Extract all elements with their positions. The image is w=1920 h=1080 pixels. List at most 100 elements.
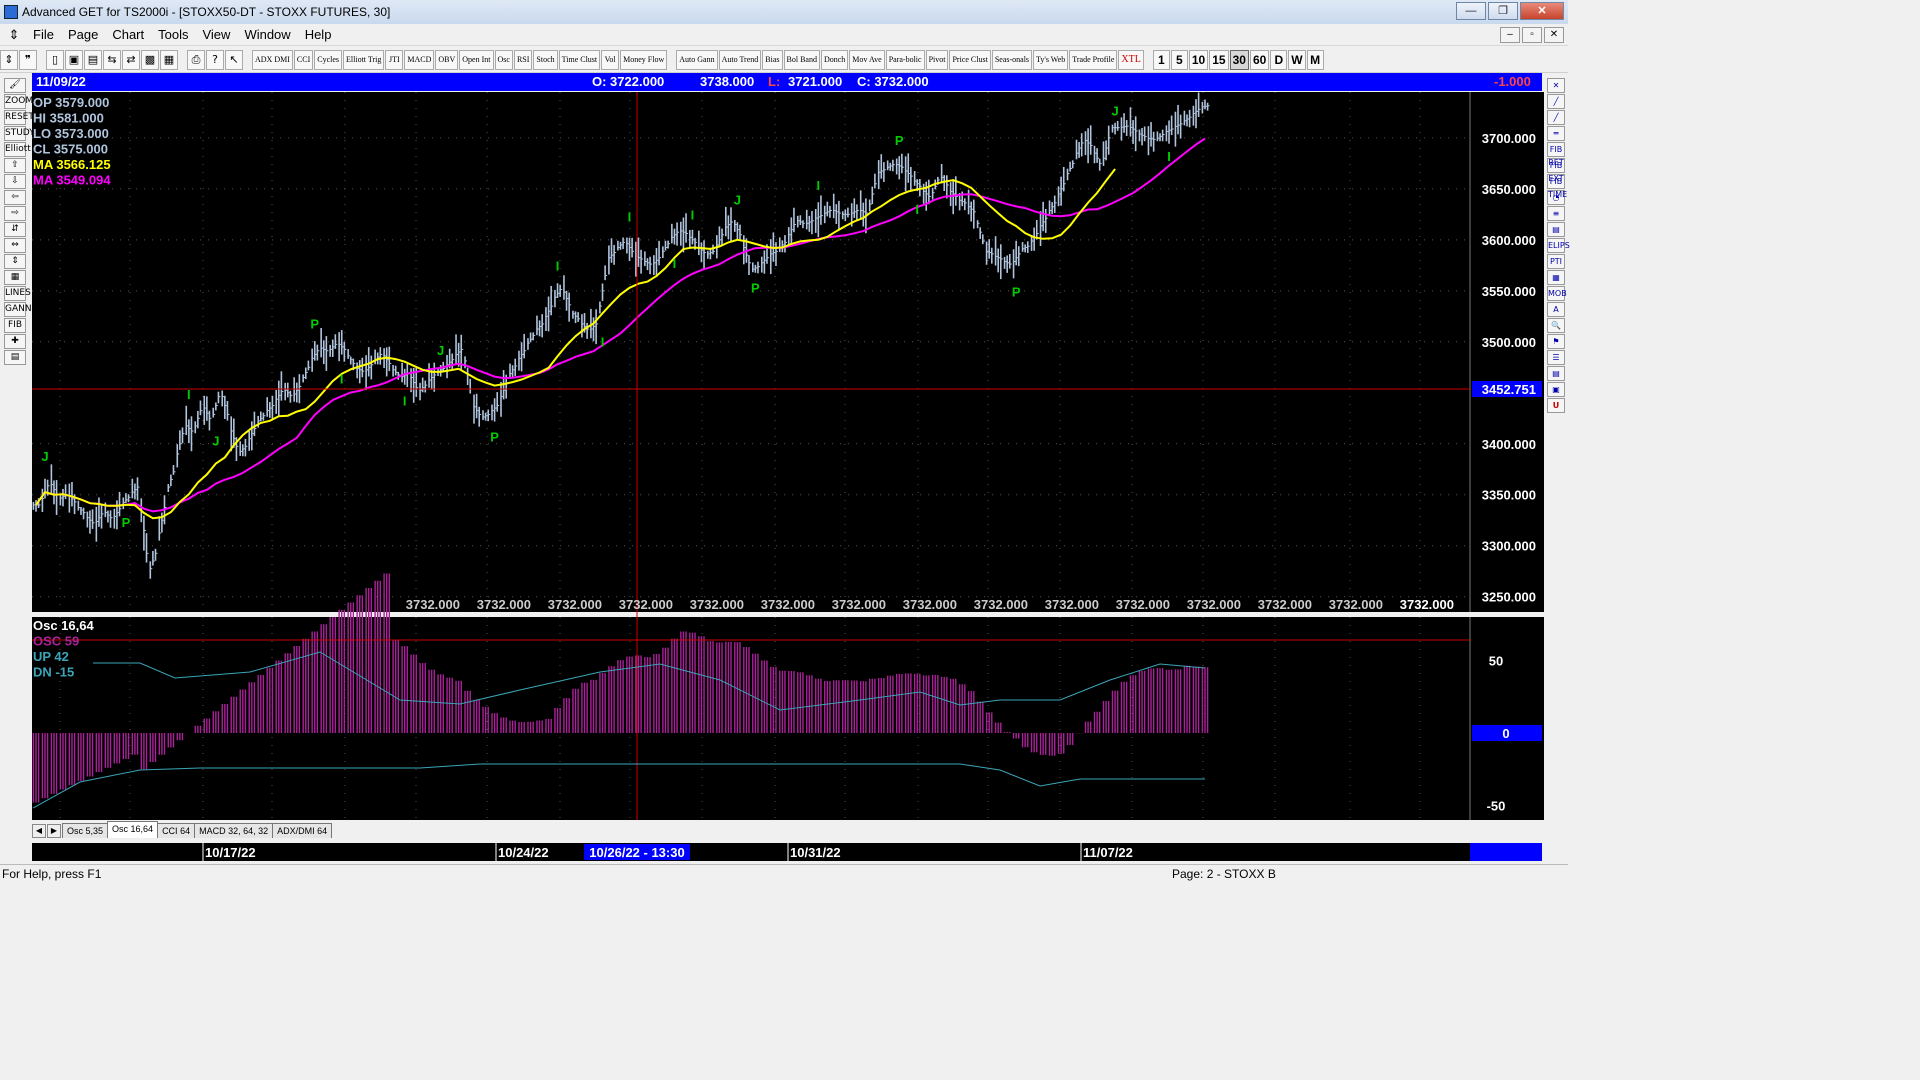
study-adx-dmi-button[interactable]: ADX DMI <box>252 49 293 70</box>
right-tool-14-icon[interactable]: A <box>1547 302 1565 317</box>
timeframe-1-button[interactable]: 1 <box>1152 49 1170 70</box>
right-tool-1-icon[interactable]: ╱ <box>1547 94 1565 109</box>
tool-xtl-button[interactable]: XTL <box>1118 49 1144 70</box>
mdi-restore-button[interactable]: ▫ <box>1522 27 1542 43</box>
grid-icon[interactable]: ▩ <box>141 49 159 70</box>
close-button[interactable]: ✕ <box>1520 2 1564 20</box>
right-tool-3-icon[interactable]: ═ <box>1547 126 1565 141</box>
timeframe-w-button[interactable]: W <box>1288 49 1306 70</box>
right-tool-15-icon[interactable]: 🔍 <box>1547 318 1565 333</box>
timeframe-5-button[interactable]: 5 <box>1170 49 1188 70</box>
right-tool-2-icon[interactable]: ╱ <box>1547 110 1565 125</box>
tool-pivot-button[interactable]: Pivot <box>925 49 949 70</box>
right-tool-11-icon[interactable]: PTI <box>1547 254 1565 269</box>
left-tool-13-icon[interactable]: LINES <box>4 286 31 301</box>
maximize-button[interactable]: ❐ <box>1488 2 1518 20</box>
menu-view[interactable]: View <box>195 27 237 42</box>
menu-tools[interactable]: Tools <box>151 27 195 42</box>
study-obv-button[interactable]: OBV <box>435 49 459 70</box>
tab-scroll-right-icon[interactable]: ▶ <box>47 824 61 838</box>
timeframe-10-button[interactable]: 10 <box>1188 49 1209 70</box>
left-tool-8-icon[interactable]: ⇨ <box>4 206 26 221</box>
right-tool-12-icon[interactable]: ▦ <box>1547 270 1565 285</box>
menu-chart[interactable]: Chart <box>105 27 151 42</box>
pointer-tool-icon[interactable]: ⇕ <box>0 49 18 70</box>
study-jti-button[interactable]: JTI <box>385 49 404 70</box>
tool-price-clust-button[interactable]: Price Clust <box>949 49 991 70</box>
left-tool-11-icon[interactable]: ⇕ <box>4 254 26 269</box>
right-tool-8-icon[interactable]: ≡ <box>1547 206 1565 221</box>
left-tool-6-icon[interactable]: ⇩ <box>4 174 26 189</box>
tool-auto-gann-button[interactable]: Auto Gann <box>676 49 718 70</box>
study-vol-button[interactable]: Vol <box>601 49 620 70</box>
right-tool-13-icon[interactable]: MOB <box>1547 286 1567 301</box>
left-tool-7-icon[interactable]: ⇦ <box>4 190 26 205</box>
study-open-int-button[interactable]: Open Int <box>459 49 494 70</box>
study-osc-button[interactable]: Osc <box>494 49 513 70</box>
right-tool-18-icon[interactable]: ▤ <box>1547 366 1565 381</box>
tool-seas-onals-button[interactable]: Seas-onals <box>991 49 1033 70</box>
chart-canvas[interactable]: 3700.000 3650.000 3600.000 3550.000 3500.000… <box>0 0 1568 882</box>
left-tool-9-icon[interactable]: ⇵ <box>4 222 26 237</box>
menu-help[interactable]: Help <box>298 27 339 42</box>
new-page-icon[interactable]: ▯ <box>46 49 64 70</box>
left-tool-16-icon[interactable]: ✚ <box>4 334 26 349</box>
left-tool-0-icon[interactable]: 🖌 <box>4 78 26 93</box>
menu-window[interactable]: Window <box>237 27 297 42</box>
right-tool-19-icon[interactable]: ▣ <box>1547 382 1565 397</box>
save-icon[interactable]: ▤ <box>84 49 102 70</box>
print-icon[interactable]: ⎙ <box>187 49 205 70</box>
hint-icon[interactable]: ? <box>206 49 224 70</box>
left-tool-5-icon[interactable]: ⇧ <box>4 158 26 173</box>
tab-osc-5-35[interactable]: Osc 5,35 <box>62 823 109 838</box>
left-tool-2-icon[interactable]: RESET <box>4 110 34 125</box>
right-tool-4-icon[interactable]: FIB RET <box>1547 142 1565 167</box>
minimize-button[interactable]: — <box>1456 2 1486 20</box>
layout-icon[interactable]: ▦ <box>160 49 178 70</box>
timeframe-60-button[interactable]: 60 <box>1249 49 1270 70</box>
right-tool-17-icon[interactable]: ☰ <box>1547 350 1565 365</box>
right-tool-0-icon[interactable]: ✕ <box>1547 78 1565 93</box>
study-time-clust-button[interactable]: Time Clust <box>558 49 601 70</box>
tool-mov-ave-button[interactable]: Mov Ave <box>849 49 885 70</box>
tool-bol-band-button[interactable]: Bol Band <box>783 49 820 70</box>
quote-tool-icon[interactable]: ❞ <box>19 49 37 70</box>
tool-trade-profile-button[interactable]: Trade Profile <box>1069 49 1118 70</box>
tab-osc-16-64[interactable]: Osc 16,64 <box>107 821 159 838</box>
mdi-minimize-button[interactable]: – <box>1500 27 1520 43</box>
tool-bias-button[interactable]: Bias <box>762 49 783 70</box>
tab-macd[interactable]: MACD 32, 64, 32 <box>194 823 274 838</box>
study-cci-button[interactable]: CCI <box>293 49 314 70</box>
tool-para-bolic-button[interactable]: Para-bolic <box>885 49 925 70</box>
right-tool-10-icon[interactable]: ELIPS <box>1547 238 1570 253</box>
left-tool-1-icon[interactable]: ZOOM <box>4 94 33 109</box>
left-tool-12-icon[interactable]: ▦ <box>4 270 26 285</box>
study-rsi-button[interactable]: RSI <box>513 49 533 70</box>
left-tool-17-icon[interactable]: ▤ <box>4 350 26 365</box>
study-elliott-trig-button[interactable]: Elliott Trig <box>343 49 385 70</box>
left-tool-15-icon[interactable]: FIB <box>4 318 26 333</box>
study-stoch-button[interactable]: Stoch <box>533 49 558 70</box>
study-cycles-button[interactable]: Cycles <box>314 49 343 70</box>
timeframe-15-button[interactable]: 15 <box>1209 49 1229 70</box>
copy-page-icon[interactable]: ▣ <box>65 49 83 70</box>
right-tool-9-icon[interactable]: ▤ <box>1547 222 1565 237</box>
tab-adx-dmi[interactable]: ADX/DMI 64 <box>272 823 333 838</box>
tool-auto-trend-button[interactable]: Auto Trend <box>718 49 762 70</box>
tool-donch-button[interactable]: Donch <box>820 49 849 70</box>
study-macd-button[interactable]: MACD <box>404 49 435 70</box>
timeframe-m-button[interactable]: M <box>1306 49 1324 70</box>
mdi-close-button[interactable]: ✕ <box>1544 27 1564 43</box>
menu-file[interactable]: File <box>26 27 61 42</box>
link-icon[interactable]: ⇆ <box>103 49 121 70</box>
refresh-icon[interactable]: ⇄ <box>122 49 140 70</box>
right-tool-20-icon[interactable]: U <box>1547 398 1565 413</box>
left-tool-14-icon[interactable]: GANN <box>4 302 32 317</box>
left-tool-10-icon[interactable]: ⇔ <box>4 238 26 253</box>
menu-page[interactable]: Page <box>61 27 105 42</box>
tab-cci-64[interactable]: CCI 64 <box>157 823 196 838</box>
context-help-icon[interactable]: ↖ <box>225 49 243 70</box>
left-tool-4-icon[interactable]: Elliott <box>4 142 31 157</box>
right-tool-16-icon[interactable]: ⚑ <box>1547 334 1565 349</box>
timeframe-d-button[interactable]: D <box>1270 49 1288 70</box>
